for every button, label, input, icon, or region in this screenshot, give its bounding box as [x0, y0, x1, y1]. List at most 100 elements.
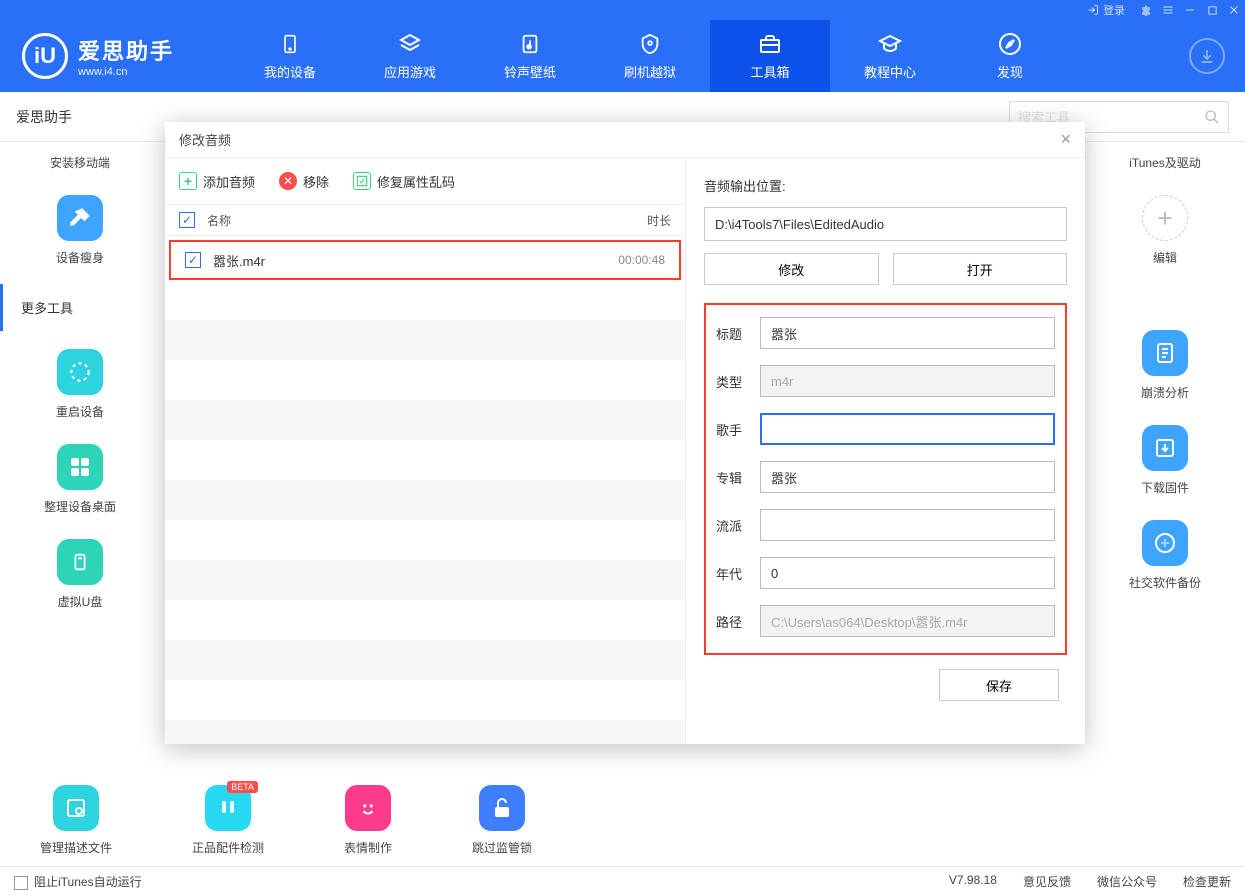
sidebar-label: 设备瘦身	[56, 249, 104, 266]
wechat-link[interactable]: 微信公众号	[1097, 873, 1157, 890]
edit-audio-modal: 修改音频 × +添加音频 ✕移除 修复属性乱码 ✓ 名称 时长 ✓ 嚣张.m4r…	[165, 122, 1085, 744]
close-icon[interactable]	[1227, 3, 1241, 17]
maximize-icon[interactable]	[1205, 3, 1219, 17]
right-crash[interactable]: 崩溃分析	[1085, 318, 1245, 413]
output-path: D:\i4Tools7\Files\EditedAudio	[704, 207, 1067, 241]
chat-icon	[1142, 520, 1188, 566]
save-button[interactable]: 保存	[939, 669, 1059, 701]
sidebar-install[interactable]: 安装移动端	[0, 142, 160, 183]
nav-label: 铃声壁纸	[504, 62, 556, 81]
left-sidebar: 安装移动端 设备瘦身 更多工具 重启设备 整理设备桌面 虚拟U盘	[0, 142, 160, 622]
search-icon	[1204, 109, 1220, 125]
tb-label: 修复属性乱码	[377, 172, 455, 191]
sidebar-label: 社交软件备份	[1129, 574, 1201, 591]
path-input	[760, 605, 1055, 637]
type-label: 类型	[710, 372, 760, 391]
tool-accessory[interactable]: BETA 正品配件检测	[192, 785, 264, 856]
remove-button[interactable]: ✕移除	[279, 172, 329, 191]
table-body-empty	[165, 280, 685, 744]
modal-toolbar: + 添加音频 ✕移除 修复属性乱码	[165, 158, 685, 204]
open-path-button[interactable]: 打开	[893, 253, 1068, 285]
doc-gear-icon	[53, 785, 99, 831]
sidebar-slim[interactable]: 设备瘦身	[0, 183, 160, 278]
version-label: V7.98.18	[949, 873, 997, 890]
year-input[interactable]	[760, 557, 1055, 589]
nav-ringtone[interactable]: 铃声壁纸	[470, 20, 590, 92]
sidebar-label: 整理设备桌面	[44, 498, 116, 515]
album-input[interactable]	[760, 461, 1055, 493]
modal-close-icon[interactable]: ×	[1060, 129, 1071, 150]
right-edit[interactable]: + 编辑	[1085, 183, 1245, 278]
row-duration: 00:00:48	[565, 253, 665, 267]
menu-icon[interactable]	[1161, 3, 1175, 17]
sidebar-udisk[interactable]: 虚拟U盘	[0, 527, 160, 622]
path-label: 路径	[710, 612, 760, 631]
tool-emoji[interactable]: 表情制作	[344, 785, 392, 856]
sidebar-label: 下载固件	[1141, 479, 1189, 496]
music-icon	[518, 32, 542, 56]
download-button[interactable]	[1189, 38, 1225, 74]
login-icon	[1087, 4, 1099, 16]
fix-icon	[353, 172, 371, 190]
sidebar-label: 编辑	[1153, 249, 1177, 266]
feedback-link[interactable]: 意见反馈	[1023, 873, 1071, 890]
col-duration: 时长	[571, 212, 671, 229]
udisk-icon	[57, 539, 103, 585]
minimize-icon[interactable]	[1183, 3, 1197, 17]
sidebar-reboot[interactable]: 重启设备	[0, 337, 160, 432]
add-icon: +	[179, 172, 197, 190]
nav-apps-games[interactable]: 应用游戏	[350, 20, 470, 92]
broom-icon	[57, 195, 103, 241]
nav-label: 教程中心	[864, 62, 916, 81]
main-nav: iU 爱思助手 www.i4.cn 我的设备 应用游戏 铃声壁纸 刷机越狱 工具…	[0, 20, 1245, 92]
nav-tutorials[interactable]: 教程中心	[830, 20, 950, 92]
table-header: ✓ 名称 时长	[165, 204, 685, 236]
table-row[interactable]: ✓ 嚣张.m4r 00:00:48	[169, 240, 681, 280]
nav-label: 我的设备	[264, 62, 316, 81]
block-itunes-checkbox[interactable]: 阻止iTunes自动运行	[14, 873, 142, 890]
genre-label: 流派	[710, 516, 760, 535]
right-social[interactable]: 社交软件备份	[1085, 508, 1245, 603]
nav-label: 刷机越狱	[624, 62, 676, 81]
login-link[interactable]: 登录	[1087, 2, 1125, 18]
type-input	[760, 365, 1055, 397]
sidebar-arrange[interactable]: 整理设备桌面	[0, 432, 160, 527]
select-all-checkbox[interactable]: ✓	[179, 212, 195, 228]
right-firmware[interactable]: 下载固件	[1085, 413, 1245, 508]
col-name: 名称	[207, 212, 571, 229]
tool-lock[interactable]: 跳过监管锁	[472, 785, 532, 856]
nav-label: 发现	[997, 62, 1023, 81]
title-label: 标题	[710, 324, 760, 343]
shield-icon	[638, 32, 662, 56]
title-input[interactable]	[760, 317, 1055, 349]
tool-profile[interactable]: 管理描述文件	[40, 785, 112, 856]
row-checkbox[interactable]: ✓	[185, 252, 201, 268]
add-audio-button[interactable]: + 添加音频	[179, 172, 255, 191]
plus-icon: +	[1142, 195, 1188, 241]
fix-encoding-button[interactable]: 修复属性乱码	[353, 172, 455, 191]
genre-input[interactable]	[760, 509, 1055, 541]
statusbar: 阻止iTunes自动运行 V7.98.18 意见反馈 微信公众号 检查更新	[0, 866, 1245, 896]
nav-flash[interactable]: 刷机越狱	[590, 20, 710, 92]
sidebar-label: 正品配件检测	[192, 839, 264, 856]
modify-path-button[interactable]: 修改	[704, 253, 879, 285]
metadata-form: 标题 类型 歌手 专辑 流派 年代 路径	[704, 303, 1067, 655]
apps-icon	[398, 32, 422, 56]
grid-icon	[57, 444, 103, 490]
nav-my-device[interactable]: 我的设备	[230, 20, 350, 92]
nav-toolbox[interactable]: 工具箱	[710, 20, 830, 92]
download-fw-icon	[1142, 425, 1188, 471]
right-itunes[interactable]: iTunes及驱动	[1085, 142, 1245, 183]
sidebar-label: 安装移动端	[50, 154, 110, 171]
tb-label: 添加音频	[203, 172, 255, 191]
nav-discover[interactable]: 发现	[950, 20, 1070, 92]
sidebar-label: iTunes及驱动	[1129, 154, 1201, 171]
check-update-link[interactable]: 检查更新	[1183, 873, 1231, 890]
nav-label: 应用游戏	[384, 62, 436, 81]
skin-icon[interactable]	[1139, 3, 1153, 17]
download-icon	[1198, 47, 1216, 65]
singer-input[interactable]	[760, 413, 1055, 445]
sidebar-label: 跳过监管锁	[472, 839, 532, 856]
sidebar-category-more[interactable]: 更多工具	[0, 284, 160, 331]
brand-logo-icon: iU	[22, 33, 68, 79]
